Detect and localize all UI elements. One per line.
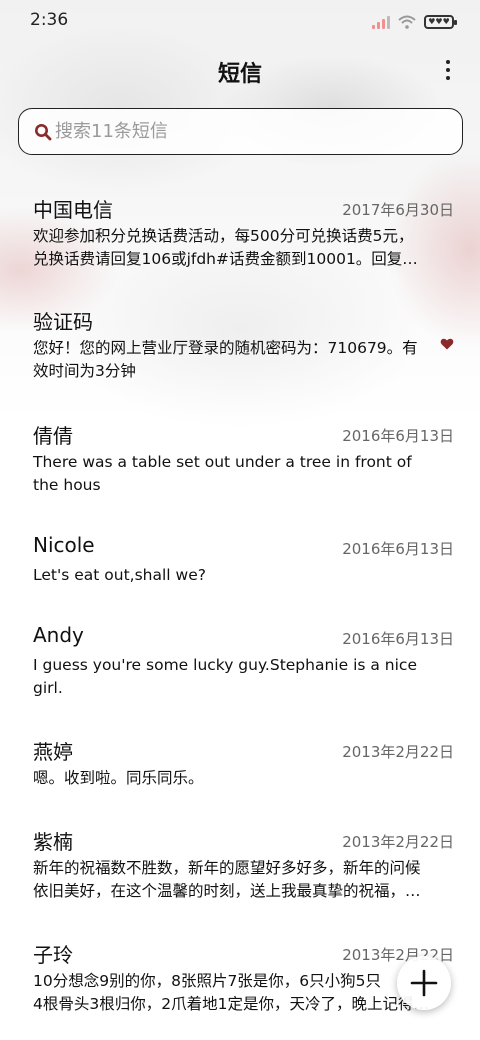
heart-icon — [440, 338, 454, 350]
message-date: 2013年2月22日 — [342, 743, 454, 761]
message-item[interactable]: Andy 2016年6月13日 I guess you're some luck… — [0, 609, 480, 719]
message-sender: 中国电信 — [33, 198, 113, 222]
message-item[interactable]: 紫楠 2013年2月22日 新年的祝福数不胜数，新年的愿望好多好多，新年的问候 … — [0, 812, 480, 922]
message-preview: 新年的祝福数不胜数，新年的愿望好多好多，新年的问候 依旧美好，在这个温馨的时刻，… — [33, 859, 421, 900]
message-preview: 您好！您的网上营业厅登录的随机密码为：710679。有 效时间为3分钟 — [33, 339, 418, 380]
status-time: 2:36 — [30, 10, 69, 30]
message-item[interactable]: 倩倩 2016年6月13日 There was a table set out … — [0, 406, 480, 516]
status-icons: ♥♥♥ — [372, 13, 457, 29]
message-preview: 嗯。收到啦。同乐同乐。 — [33, 769, 204, 787]
app-header: 短信 — [0, 42, 480, 98]
search-bar[interactable] — [18, 108, 463, 155]
message-sender: 子玲 — [33, 943, 73, 967]
message-date: 2016年6月13日 — [342, 630, 454, 648]
search-input[interactable] — [55, 121, 435, 142]
message-sender: 验证码 — [33, 310, 93, 334]
plus-icon — [410, 969, 438, 997]
message-preview: 欢迎参加积分兑换话费活动，每500分可兑换话费5元， 兑换话费请回复106或jf… — [33, 227, 418, 268]
message-sender: Andy — [33, 623, 84, 647]
new-message-button[interactable] — [397, 956, 451, 1010]
more-options-button[interactable] — [440, 54, 456, 86]
message-item[interactable]: 中国电信 2017年6月30日 欢迎参加积分兑换话费活动，每500分可兑换话费5… — [0, 180, 480, 290]
more-vert-icon — [446, 60, 450, 64]
status-bar: 2:36 ♥♥♥ — [0, 0, 480, 42]
message-preview: 10分想念9别的你，8张照片7张是你，6只小狗5只 4根骨头3根归你，2爪着地1… — [33, 972, 429, 1013]
signal-icon — [372, 15, 390, 29]
message-preview: There was a table set out under a tree i… — [33, 453, 412, 494]
wifi-icon — [398, 15, 416, 29]
message-item[interactable]: 验证码 您好！您的网上营业厅登录的随机密码为：710679。有 效时间为3分钟 — [0, 292, 480, 402]
message-sender: 燕婷 — [33, 740, 73, 764]
battery-icon: ♥♥♥ — [424, 15, 457, 29]
battery-level: ♥♥♥ — [428, 17, 450, 26]
message-date: 2016年6月13日 — [342, 427, 454, 445]
page-title: 短信 — [217, 62, 262, 87]
message-sender: Nicole — [33, 533, 95, 557]
message-sender: 倩倩 — [33, 424, 73, 448]
search-icon — [33, 122, 53, 142]
message-sender: 紫楠 — [33, 830, 73, 854]
message-preview: Let's eat out,shall we? — [33, 566, 206, 584]
message-date: 2017年6月30日 — [342, 201, 454, 219]
message-preview: I guess you're some lucky guy.Stephanie … — [33, 656, 417, 697]
message-date: 2016年6月13日 — [342, 540, 454, 558]
message-date: 2013年2月22日 — [342, 833, 454, 851]
